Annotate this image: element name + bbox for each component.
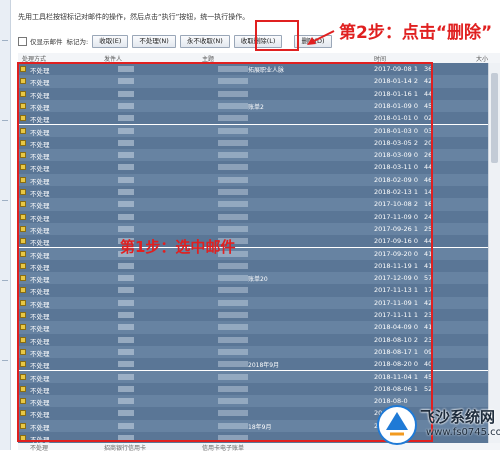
checkbox-label: 仅显示邮件 [30,38,63,46]
watermark-title: 飞沙系统网 [420,408,496,426]
sidebar-tick [2,120,8,121]
mark-as-label: 标记为: [66,38,89,46]
instruction-text: 先用工具栏按钮标记对邮件的操作，然后点击“执行”按钮，统一执行操作。 [18,13,250,21]
skip-button[interactable]: 不处理(N) [132,34,176,48]
never-receive-button[interactable]: 永不收取(N) [179,34,230,48]
show-mail-only-checkbox[interactable] [18,36,27,46]
scrollbar[interactable] [488,63,500,443]
receive-button[interactable]: 收取(E) [92,34,129,48]
arrow-icon [307,30,335,45]
sidebar-tick [2,200,8,201]
footer-sender: 招商银行信用卡 [104,445,147,452]
col-size[interactable]: 大小 [476,54,488,63]
scrollbar-thumb[interactable] [491,73,498,163]
footer-action: 不处理 [30,445,49,452]
step2-annotation: 第2步：点击“删除” [339,23,493,43]
watermark-logo: 飞沙系统网 www.fs0745.com [376,400,500,450]
delete-highlight-box [255,20,299,51]
left-sidebar-strip [0,0,11,450]
sidebar-tick [2,40,8,41]
step1-annotation: 第1步：选中邮件 [120,238,236,256]
logo-icon [377,405,417,445]
footer-subject: 信用卡电子账单 [202,445,245,452]
sidebar-tick [2,280,8,281]
sidebar-tick [2,360,8,361]
watermark-url: www.fs0745.com [426,427,500,438]
